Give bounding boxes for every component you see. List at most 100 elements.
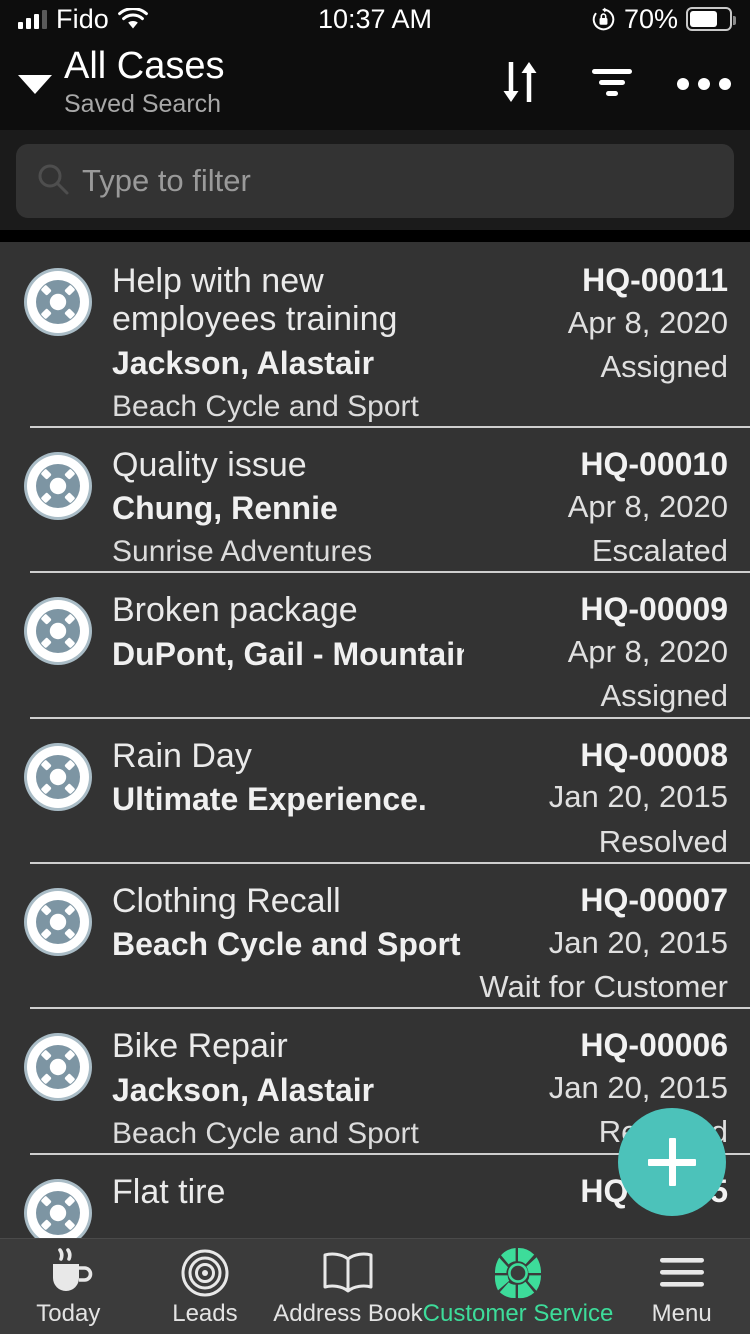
case-title: Rain Day (112, 737, 464, 775)
list-separator (30, 862, 750, 864)
case-company: Beach Cycle and Sport (112, 387, 464, 426)
filter-bar (0, 130, 750, 230)
add-case-fab[interactable] (618, 1108, 726, 1216)
case-list-item[interactable]: Quality issue Chung, Rennie Sunrise Advent… (0, 426, 750, 571)
case-status: Assigned (600, 676, 728, 716)
filter-button[interactable] (588, 60, 636, 108)
sort-button[interactable] (496, 60, 544, 108)
navigation-bar: All Cases Saved Search (0, 38, 750, 130)
tab-label: Customer Service (423, 1302, 614, 1326)
case-date: Apr 8, 2020 (568, 632, 728, 672)
tab-label: Leads (172, 1302, 237, 1326)
battery-percent-label: 70% (624, 4, 678, 35)
case-list-item[interactable]: Help with new employees trainingJackson,… (0, 242, 750, 426)
search-icon (36, 162, 70, 201)
case-item-meta: HQ-00008Jan 20, 2015Resolved (478, 737, 728, 862)
lifebuoy-icon (22, 450, 94, 522)
case-number: HQ-00007 (580, 882, 728, 919)
case-title: Clothing Recall (112, 882, 464, 920)
page-subtitle: Saved Search (64, 89, 225, 120)
case-item-main: Clothing Recall Beach Cycle and Sport (112, 882, 478, 1007)
case-item-main: Help with new employees trainingJackson,… (112, 262, 478, 426)
case-company: Sunrise Adventures (112, 532, 464, 571)
navigation-actions (496, 60, 728, 108)
case-title: Quality issue (112, 446, 464, 484)
overflow-menu-icon (677, 78, 731, 90)
search-input[interactable] (82, 163, 714, 199)
tab-label: Today (36, 1302, 100, 1326)
saved-search-dropdown-button[interactable] (12, 61, 58, 107)
lifebuoy-icon (22, 595, 94, 667)
carrier-label: Fido (56, 4, 109, 35)
tab-label: Address Book (273, 1302, 422, 1326)
list-separator (30, 1007, 750, 1009)
list-separator (30, 426, 750, 428)
case-item-meta: HQ-00007Jan 20, 2015Wait for Customer (478, 882, 728, 1007)
case-item-main: Broken packageDuPont, Gail - Mountain Vi… (112, 591, 478, 716)
case-date: Jan 20, 2015 (549, 777, 728, 817)
lifebuoy-icon (22, 741, 94, 813)
case-list-item[interactable]: Clothing Recall Beach Cycle and Sport HQ-0… (0, 862, 750, 1007)
battery-icon (686, 7, 732, 31)
case-list[interactable]: Help with new employees trainingJackson,… (0, 242, 750, 1238)
tab-customer-service[interactable]: Customer Service (423, 1239, 614, 1334)
case-number: HQ-00011 (582, 262, 728, 299)
lifebuoy-icon (22, 1031, 94, 1103)
coffee-cup-icon (41, 1248, 95, 1298)
case-date: Jan 20, 2015 (549, 923, 728, 963)
case-status: Escalated (592, 531, 728, 571)
case-date: Jan 20, 2015 (549, 1068, 728, 1108)
page-title: All Cases (64, 47, 225, 87)
case-title: Flat tire (112, 1173, 464, 1211)
lifebuoy-icon (22, 266, 94, 338)
rotation-lock-icon (591, 7, 616, 32)
case-status: Assigned (600, 347, 728, 387)
lifebuoy-icon (493, 1248, 543, 1298)
case-item-meta: HQ-00010 Apr 8, 2020Escalated (478, 446, 728, 571)
tab-today[interactable]: Today (0, 1239, 137, 1334)
case-contact-name: Chung, Rennie (112, 488, 464, 528)
case-list-item[interactable]: Rain Day Ultimate Experience. HQ-00008Jan … (0, 717, 750, 862)
bottom-tab-bar: Today Leads Address Book Customer Servic… (0, 1238, 750, 1334)
case-contact-name: DuPont, Gail - Mountain View... (112, 634, 464, 674)
case-contact-name: Jackson, Alastair (112, 1070, 464, 1110)
lifebuoy-icon (22, 886, 94, 958)
case-contact-name: Jackson, Alastair (112, 343, 464, 383)
case-number: HQ-00009 (580, 591, 728, 628)
plus-icon-vertical (669, 1138, 676, 1186)
wifi-icon (118, 8, 148, 30)
list-separator (30, 571, 750, 573)
tab-label: Menu (652, 1302, 712, 1326)
filter-field[interactable] (16, 144, 734, 218)
case-item-main: Flat tire (112, 1173, 478, 1238)
case-contact-name: Beach Cycle and Sport (112, 924, 464, 964)
tab-address-book[interactable]: Address Book (273, 1239, 422, 1334)
case-company: Beach Cycle and Sport (112, 1114, 464, 1153)
filter-icon (590, 64, 634, 105)
case-item-meta: HQ-00009 Apr 8, 2020Assigned (478, 591, 728, 716)
status-bar: Fido 10:37 AM 70% (0, 0, 750, 38)
tab-leads[interactable]: Leads (137, 1239, 274, 1334)
case-title: Bike Repair (112, 1027, 464, 1065)
tab-menu[interactable]: Menu (613, 1239, 750, 1334)
status-bar-left: Fido (18, 4, 148, 35)
case-item-main: Rain Day Ultimate Experience. (112, 737, 478, 862)
status-bar-right: 70% (591, 4, 732, 35)
caret-down-icon (18, 75, 52, 94)
case-contact-name: Ultimate Experience. (112, 779, 464, 819)
open-book-icon (320, 1248, 376, 1298)
hamburger-icon (657, 1248, 707, 1298)
list-separator (30, 717, 750, 719)
case-number: HQ-00010 (580, 446, 728, 483)
case-list-item[interactable]: Broken packageDuPont, Gail - Mountain Vi… (0, 571, 750, 716)
case-date: Apr 8, 2020 (568, 487, 728, 527)
case-item-meta: HQ-00011Apr 8, 2020Assigned (478, 262, 728, 426)
header-title-group[interactable]: All Cases Saved Search (64, 47, 225, 120)
sort-icon (500, 58, 540, 111)
case-item-main: Bike Repair Jackson, Alastair Beach Cycle … (112, 1027, 478, 1152)
case-number: HQ-00006 (580, 1027, 728, 1064)
signal-bars-icon (18, 10, 47, 29)
target-icon (180, 1248, 230, 1298)
overflow-menu-button[interactable] (680, 60, 728, 108)
case-title: Help with new employees training (112, 262, 464, 339)
